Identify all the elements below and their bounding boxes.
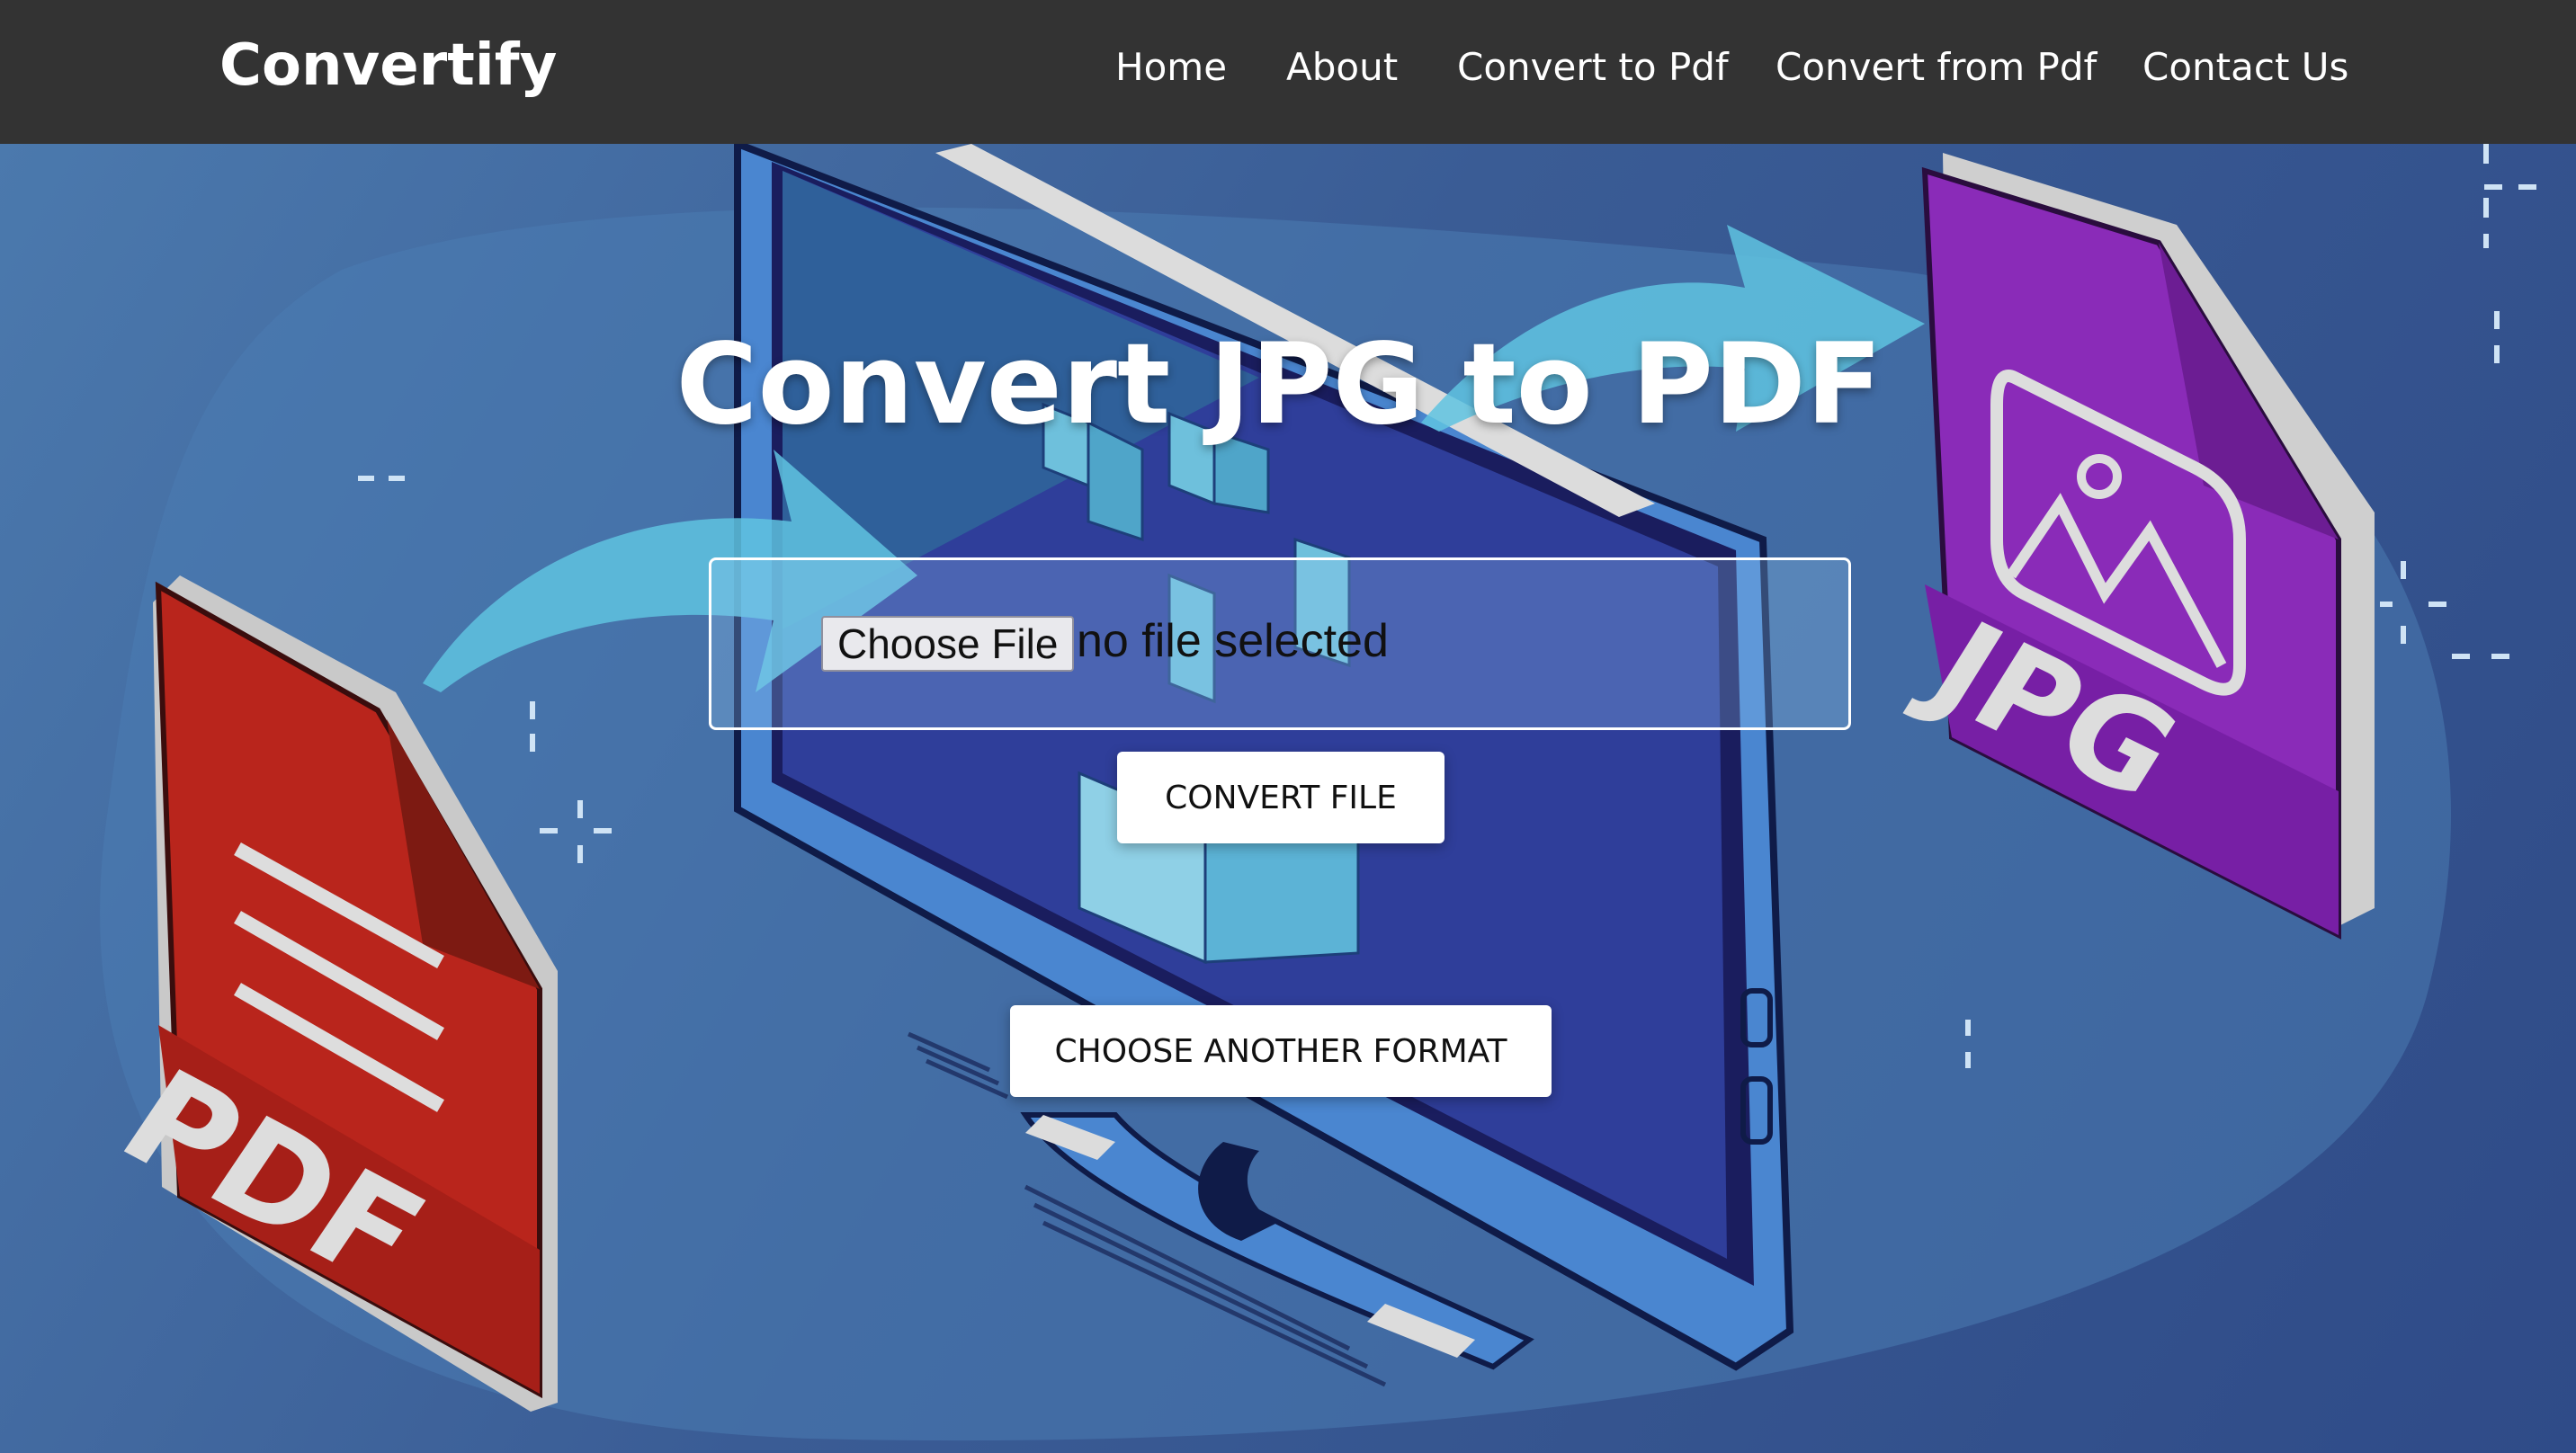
brand-logo[interactable]: Convertify [219, 32, 557, 99]
nav-link-convert-from-pdf[interactable]: Convert from Pdf [1775, 45, 2097, 89]
navbar: Convertify Home About Convert to Pdf Con… [0, 0, 2576, 144]
nav-link-home[interactable]: Home [1115, 45, 1227, 89]
page-title: Convert JPG to PDF [675, 320, 1883, 450]
choose-file-button[interactable]: Choose File [821, 616, 1075, 672]
nav-link-convert-to-pdf[interactable]: Convert to Pdf [1457, 45, 1729, 89]
file-upload-panel: Choose File no file selected [709, 557, 1851, 730]
choose-another-format-button[interactable]: CHOOSE ANOTHER FORMAT [1010, 1005, 1552, 1097]
nav-link-contact-us[interactable]: Contact Us [2142, 45, 2348, 89]
convert-file-button[interactable]: CONVERT FILE [1117, 752, 1445, 843]
file-status-text: no file selected [1077, 615, 1389, 667]
nav-link-about[interactable]: About [1286, 45, 1398, 89]
